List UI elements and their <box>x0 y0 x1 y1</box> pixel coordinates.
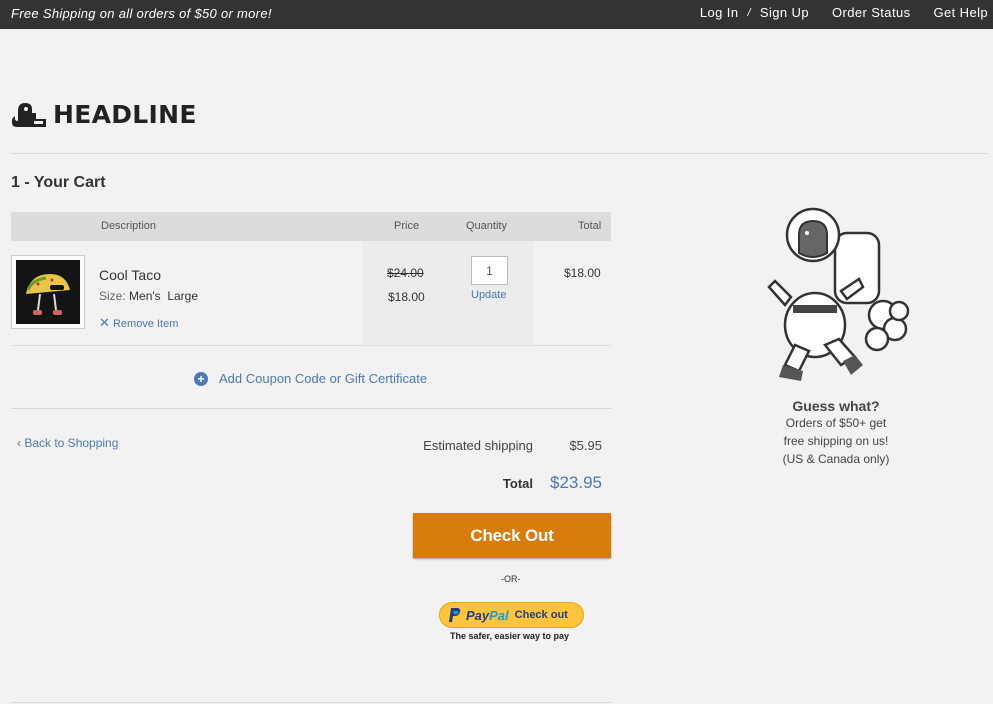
paypal-tagline: The safer, easier way to pay <box>450 631 570 641</box>
free-shipping-promo: Guess what? Orders of $50+ get free ship… <box>736 398 936 468</box>
column-description: Description <box>101 220 157 232</box>
order-status-link[interactable]: Order Status <box>832 5 911 20</box>
product-name[interactable]: Cool Taco <box>99 267 161 283</box>
account-nav: Log In / Sign Up Order Status Get Help <box>700 5 988 20</box>
header-divider <box>11 153 988 154</box>
paypal-checkout-label: Check out <box>514 609 568 621</box>
column-total: Total <box>578 220 602 232</box>
product-size: Size: Men's Large <box>99 289 198 303</box>
login-link[interactable]: Log In <box>700 5 739 20</box>
add-coupon-label: Add Coupon Code or Gift Certificate <box>219 371 428 386</box>
plus-circle-icon: + <box>194 371 208 386</box>
promo-illustration <box>755 205 915 390</box>
top-bar: Free Shipping on all orders of $50 or mo… <box>0 0 993 29</box>
total-value: $23.95 <box>550 473 602 492</box>
brand-name: HEADLINE <box>53 99 197 129</box>
shipping-label: Estimated shipping <box>423 438 533 453</box>
signup-link[interactable]: Sign Up <box>760 5 809 20</box>
taco-image-icon <box>26 274 70 315</box>
line-total: $18.00 <box>564 266 601 280</box>
coupon-divider <box>11 408 611 409</box>
promo-heading: Guess what? <box>792 398 880 414</box>
page-title: 1 - Your Cart <box>11 174 106 191</box>
jetpack-monkey-icon <box>767 207 910 381</box>
get-help-link[interactable]: Get Help <box>933 5 988 20</box>
shipping-value: $5.95 <box>569 438 602 453</box>
free-shipping-banner: Free Shipping on all orders of $50 or mo… <box>11 6 272 21</box>
remove-item-button[interactable]: ✕ Remove Item <box>99 315 178 331</box>
column-quantity: Quantity <box>466 220 507 232</box>
add-coupon-button[interactable]: + Add Coupon Code or Gift Certificate <box>194 371 427 386</box>
checkout-button[interactable]: Check Out <box>413 513 611 558</box>
remove-item-label: Remove Item <box>112 318 179 330</box>
column-price: Price <box>394 220 420 232</box>
cart-table-header: Description Price Quantity Total <box>11 212 611 241</box>
size-label: Size: <box>99 289 126 303</box>
bottom-divider <box>11 702 611 703</box>
product-thumbnail[interactable] <box>11 255 85 329</box>
sale-price: $18.00 <box>388 290 425 304</box>
paypal-wordmark: PayPal <box>466 607 509 623</box>
site-logo[interactable]: HEADLINE <box>10 99 197 129</box>
update-quantity-link[interactable]: Update <box>471 289 506 301</box>
size-value: Men's Large <box>129 289 199 303</box>
promo-line-3: (US & Canada only) <box>782 452 890 466</box>
original-price: $24.00 <box>387 266 424 280</box>
back-to-shopping-link[interactable]: ‹ Back to Shopping <box>17 436 118 450</box>
nav-separator: / <box>747 6 751 19</box>
total-label: Total <box>502 476 533 491</box>
paypal-logo-icon <box>449 608 461 622</box>
monkey-logo-icon <box>11 103 46 127</box>
close-icon: ✕ <box>99 315 110 330</box>
table-row: Cool Taco Size: Men's Large ✕ Remove Ite… <box>11 241 611 346</box>
or-separator: -OR- <box>501 574 521 584</box>
promo-line-2: free shipping on us! <box>783 434 889 448</box>
promo-line-1: Orders of $50+ get <box>785 416 887 430</box>
paypal-checkout-button[interactable]: PayPal Check out <box>439 602 584 628</box>
quantity-input[interactable] <box>471 256 508 285</box>
